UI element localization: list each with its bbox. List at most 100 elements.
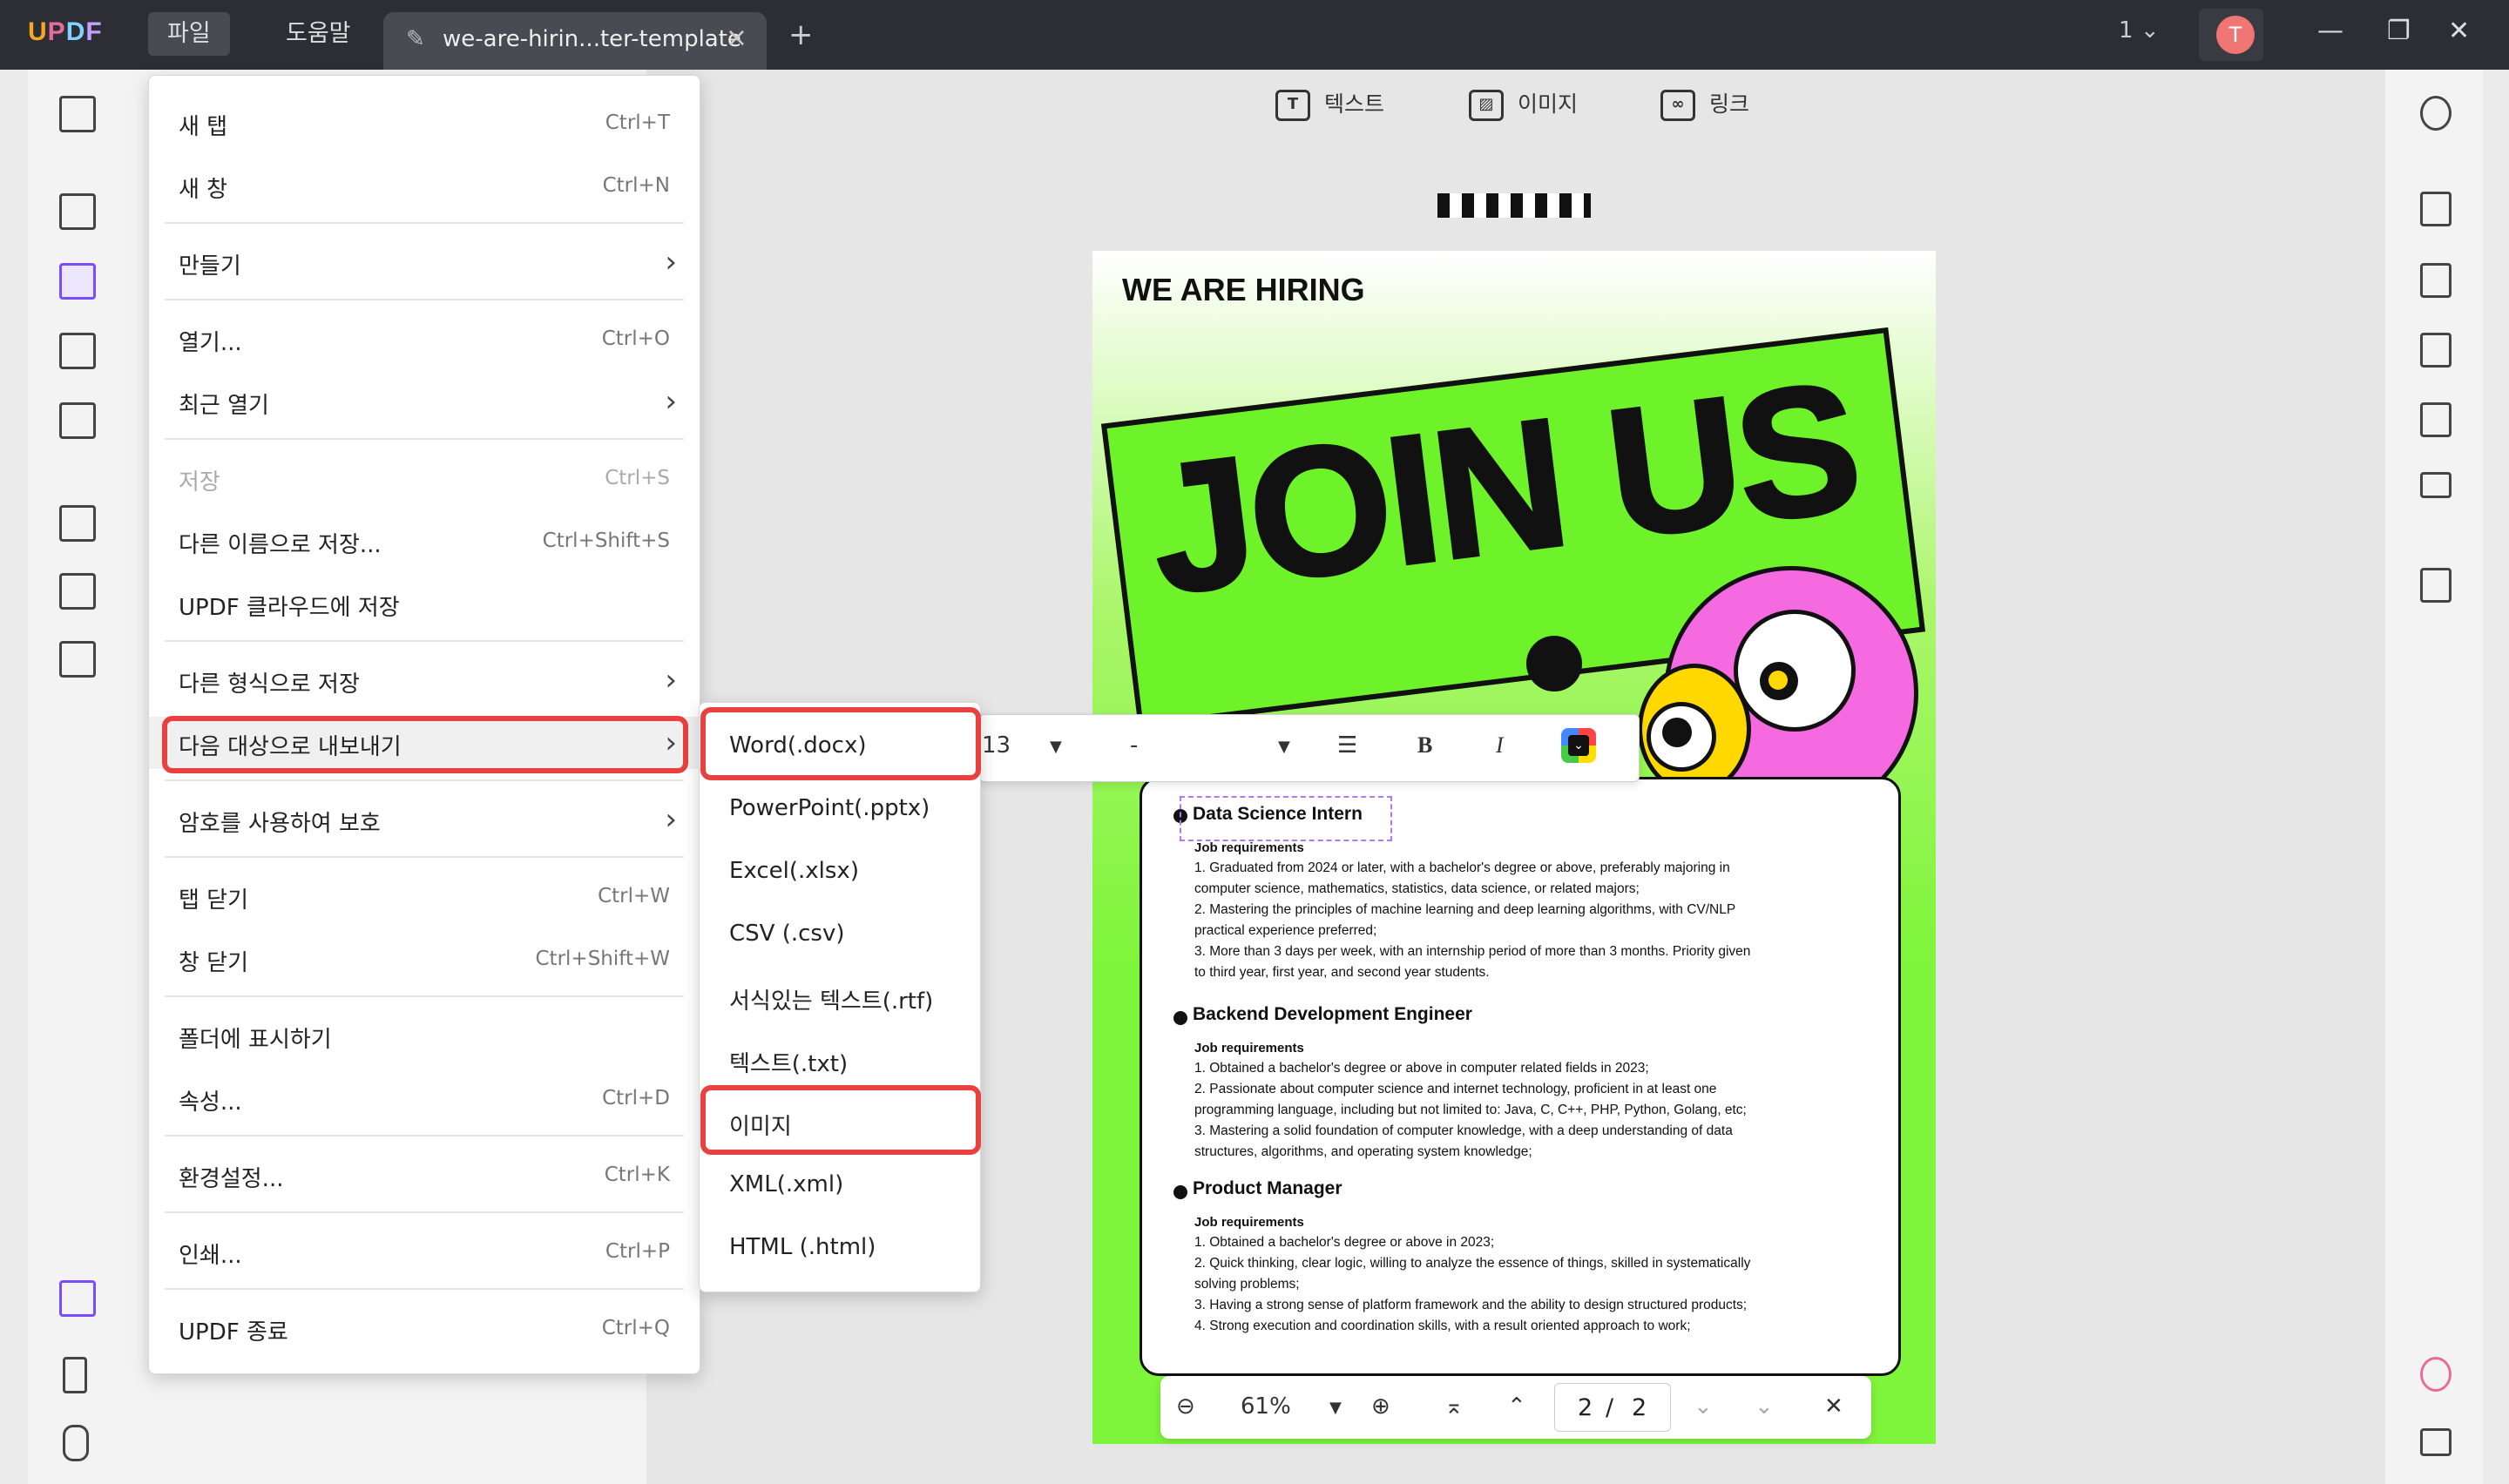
text-selection-box[interactable] <box>1180 796 1392 841</box>
form-icon[interactable] <box>59 333 96 369</box>
font-size-select[interactable]: 13 <box>982 732 1011 759</box>
pupil-decoration-small <box>1662 718 1692 747</box>
add-link-button[interactable]: ∞ 링크 <box>1660 87 1749 121</box>
minimize-icon[interactable]: — <box>2317 16 2343 46</box>
ai-assistant-icon[interactable] <box>2420 1357 2452 1392</box>
export-xml[interactable]: XML(.xml) <box>700 1157 980 1210</box>
menu-item-save-other[interactable]: 다른 형식으로 저장 › <box>149 654 700 706</box>
bookmark-icon[interactable] <box>63 1357 87 1393</box>
zoom-in-icon[interactable]: ⊕ <box>1371 1393 1390 1420</box>
prev-page-icon[interactable]: ⌃ <box>1507 1393 1526 1420</box>
page-number-input[interactable]: 2 / 2 <box>1554 1383 1671 1432</box>
italic-button[interactable]: I <box>1496 732 1504 759</box>
menu-item-close-tab[interactable]: 탭 닫기 Ctrl+W <box>149 870 700 922</box>
reader-icon[interactable] <box>59 96 96 132</box>
job-line: 3. Mastering a solid foundation of compu… <box>1194 1123 1733 1138</box>
menu-divider <box>165 779 684 781</box>
menu-help[interactable]: 도움말 <box>267 12 370 56</box>
menu-file[interactable]: 파일 <box>148 12 230 56</box>
window-count[interactable]: 1 ⌄ <box>2119 17 2160 44</box>
next-page-icon[interactable]: ⌄ <box>1694 1393 1713 1420</box>
restore-icon[interactable]: ❐ <box>2387 16 2411 46</box>
font-name-select[interactable]: - <box>1130 732 1138 759</box>
hiring-heading[interactable]: WE ARE HIRING <box>1122 272 1365 308</box>
checker-decoration <box>1437 193 1591 218</box>
new-tab-plus-icon[interactable]: + <box>788 17 814 52</box>
right-toolbar <box>2385 70 2483 1484</box>
share-icon[interactable] <box>2420 402 2452 437</box>
save-icon[interactable] <box>2420 568 2452 603</box>
menu-item-new-window[interactable]: 새 창 Ctrl+N <box>149 159 700 212</box>
last-page-icon[interactable]: ⌄ <box>1755 1393 1774 1420</box>
job-line: structures, algorithms, and operating sy… <box>1194 1144 1532 1159</box>
chevron-down-icon[interactable]: ⌄ <box>1568 735 1589 756</box>
pupil-highlight <box>1768 671 1788 690</box>
menu-item-open[interactable]: 열기... Ctrl+O <box>149 313 700 365</box>
chevron-down-icon: ⌄ <box>2140 17 2160 44</box>
menu-divider <box>165 640 684 642</box>
menu-item-recent[interactable]: 최근 열기 › <box>149 375 700 428</box>
export-excel[interactable]: Excel(.xlsx) <box>700 844 980 896</box>
search-icon[interactable] <box>2420 96 2452 131</box>
convert-file-icon[interactable] <box>2420 263 2452 298</box>
attachment-icon[interactable] <box>63 1425 89 1461</box>
menu-item-save-as[interactable]: 다른 이름으로 저장... Ctrl+Shift+S <box>149 515 700 567</box>
job-text-box[interactable]: Data Science Intern Job requirements 1. … <box>1140 777 1901 1376</box>
document-tab[interactable]: ✎ we-are-hirin...ter-template × <box>383 12 767 70</box>
word-highlight <box>700 707 981 780</box>
menu-item-create[interactable]: 만들기 › <box>149 236 700 288</box>
organize-pages-icon[interactable] <box>59 505 96 542</box>
image-highlight <box>700 1085 981 1155</box>
zoom-out-icon[interactable]: ⊖ <box>1176 1393 1195 1420</box>
chevron-right-icon: › <box>665 663 677 698</box>
first-page-icon[interactable]: ⌅ <box>1444 1393 1464 1420</box>
menu-item-new-tab[interactable]: 새 탭 Ctrl+T <box>149 97 700 149</box>
add-text-button[interactable]: T 텍스트 <box>1275 87 1384 121</box>
crop-icon[interactable] <box>59 573 96 610</box>
chevron-down-icon[interactable]: ▼ <box>1050 738 1062 756</box>
menu-item-quit[interactable]: UPDF 종료 Ctrl+Q <box>149 1302 700 1354</box>
menu-divider <box>165 299 684 300</box>
layers-icon[interactable] <box>59 1280 96 1317</box>
align-icon[interactable]: ☰ <box>1337 732 1357 759</box>
fill-sign-icon[interactable] <box>59 402 96 439</box>
avatar[interactable]: T <box>2216 16 2255 54</box>
comment-icon[interactable] <box>59 193 96 230</box>
bold-button[interactable]: B <box>1417 732 1432 759</box>
menu-item-save[interactable]: 저장 Ctrl+S <box>149 452 700 504</box>
export-txt[interactable]: 텍스트(.txt) <box>700 1032 980 1084</box>
chevron-down-icon[interactable]: ▼ <box>1278 738 1290 756</box>
convert-icon[interactable] <box>59 641 96 678</box>
close-window-icon[interactable]: ✕ <box>2448 16 2470 46</box>
menu-item-close-window[interactable]: 창 닫기 Ctrl+Shift+W <box>149 933 700 985</box>
job-line: programming language, including but not … <box>1194 1103 1747 1117</box>
menu-item-protect[interactable]: 암호를 사용하여 보호 › <box>149 793 700 846</box>
edit-pdf-icon[interactable] <box>59 263 96 300</box>
zoom-level[interactable]: 61% <box>1241 1393 1291 1420</box>
job-line: 3. More than 3 days per week, with an in… <box>1194 944 1751 959</box>
menu-item-print[interactable]: 인쇄... Ctrl+P <box>149 1225 700 1278</box>
job-title[interactable]: Product Manager <box>1193 1178 1342 1199</box>
close-tab-icon[interactable]: × <box>726 23 747 53</box>
add-image-button[interactable]: ▨ 이미지 <box>1469 87 1578 121</box>
comment-panel-icon[interactable] <box>2420 1428 2452 1456</box>
menu-item-properties[interactable]: 속성... Ctrl+D <box>149 1072 700 1124</box>
export-rtf[interactable]: 서식있는 텍스트(.rtf) <box>700 969 980 1022</box>
ocr-icon[interactable] <box>2420 192 2452 226</box>
export-html[interactable]: HTML (.html) <box>700 1220 980 1272</box>
export-powerpoint[interactable]: PowerPoint(.pptx) <box>700 781 980 833</box>
email-icon[interactable] <box>2420 472 2452 498</box>
menu-item-show-folder[interactable]: 폴더에 표시하기 <box>149 1009 700 1062</box>
job-title[interactable]: Backend Development Engineer <box>1193 1004 1472 1025</box>
menu-divider <box>165 1211 684 1213</box>
zoom-bar: ⊖ 61% ▼ ⊕ ⌅ ⌃ ⌄ ⌄ ✕ <box>1160 1376 1871 1439</box>
menu-divider <box>165 1288 684 1290</box>
menu-item-preferences[interactable]: 환경설정... Ctrl+K <box>149 1149 700 1201</box>
protect-icon[interactable] <box>2420 333 2452 368</box>
menu-divider <box>165 856 684 858</box>
text-format-toolbar: 13 ▼ - ▼ ☰ B I <box>979 714 1640 782</box>
chevron-down-icon[interactable]: ▼ <box>1329 1399 1342 1417</box>
close-zoom-bar-icon[interactable]: ✕ <box>1824 1393 1843 1420</box>
menu-item-save-cloud[interactable]: UPDF 클라우드에 저장 <box>149 577 700 630</box>
export-csv[interactable]: CSV (.csv) <box>700 907 980 959</box>
